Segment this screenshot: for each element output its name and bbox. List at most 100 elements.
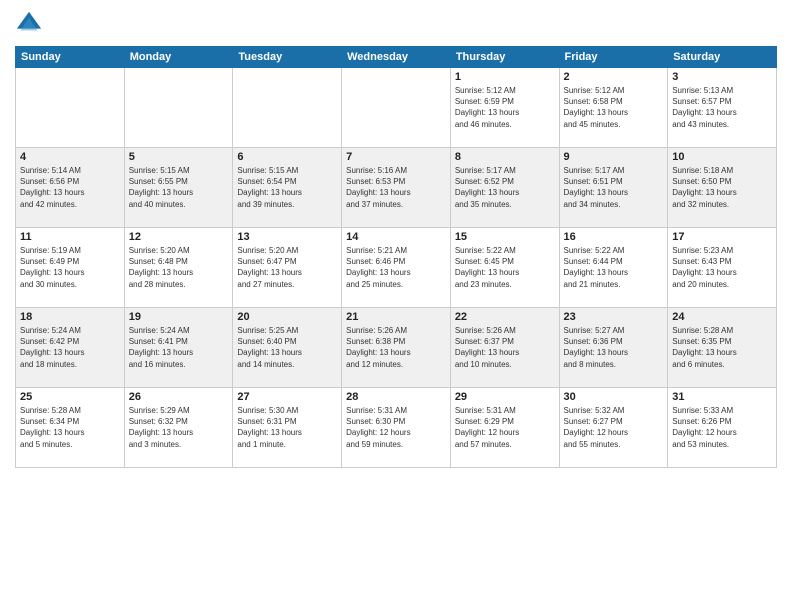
day-number: 12 (129, 231, 229, 243)
day-number: 26 (129, 391, 229, 403)
day-info: Sunrise: 5:19 AM Sunset: 6:49 PM Dayligh… (20, 245, 120, 290)
calendar-cell: 31 Sunrise: 5:33 AM Sunset: 6:26 PM Dayli… (668, 388, 777, 468)
header-row: SundayMondayTuesdayWednesdayThursdayFrid… (16, 47, 777, 68)
day-number: 4 (20, 151, 120, 163)
day-number: 9 (564, 151, 664, 163)
day-number: 11 (20, 231, 120, 243)
day-number: 18 (20, 311, 120, 323)
calendar-cell: 11 Sunrise: 5:19 AM Sunset: 6:49 PM Dayli… (16, 228, 125, 308)
day-number: 30 (564, 391, 664, 403)
header (15, 10, 777, 38)
calendar-cell: 29 Sunrise: 5:31 AM Sunset: 6:29 PM Dayli… (450, 388, 559, 468)
calendar-cell: 25 Sunrise: 5:28 AM Sunset: 6:34 PM Dayli… (16, 388, 125, 468)
day-info: Sunrise: 5:22 AM Sunset: 6:45 PM Dayligh… (455, 245, 555, 290)
weekday-header: Sunday (16, 47, 125, 68)
day-info: Sunrise: 5:25 AM Sunset: 6:40 PM Dayligh… (237, 325, 337, 370)
calendar-cell: 30 Sunrise: 5:32 AM Sunset: 6:27 PM Dayli… (559, 388, 668, 468)
calendar-cell (342, 68, 451, 148)
day-info: Sunrise: 5:26 AM Sunset: 6:37 PM Dayligh… (455, 325, 555, 370)
calendar-cell: 12 Sunrise: 5:20 AM Sunset: 6:48 PM Dayli… (124, 228, 233, 308)
day-info: Sunrise: 5:33 AM Sunset: 6:26 PM Dayligh… (672, 405, 772, 450)
calendar-cell: 4 Sunrise: 5:14 AM Sunset: 6:56 PM Daylig… (16, 148, 125, 228)
day-info: Sunrise: 5:20 AM Sunset: 6:47 PM Dayligh… (237, 245, 337, 290)
day-info: Sunrise: 5:12 AM Sunset: 6:58 PM Dayligh… (564, 85, 664, 130)
calendar-week: 11 Sunrise: 5:19 AM Sunset: 6:49 PM Dayli… (16, 228, 777, 308)
calendar-cell: 1 Sunrise: 5:12 AM Sunset: 6:59 PM Daylig… (450, 68, 559, 148)
calendar-cell: 19Sunrise: 5:24 AM Sunset: 6:41 PM Dayli… (124, 308, 233, 388)
day-number: 14 (346, 231, 446, 243)
calendar-cell: 24Sunrise: 5:28 AM Sunset: 6:35 PM Dayli… (668, 308, 777, 388)
day-number: 2 (564, 71, 664, 83)
calendar-cell: 20 Sunrise: 5:25 AM Sunset: 6:40 PM Dayli… (233, 308, 342, 388)
day-info: Sunrise: 5:18 AM Sunset: 6:50 PM Dayligh… (672, 165, 772, 210)
calendar-cell: 16Sunrise: 5:22 AM Sunset: 6:44 PM Dayli… (559, 228, 668, 308)
calendar-cell: 23 Sunrise: 5:27 AM Sunset: 6:36 PM Dayli… (559, 308, 668, 388)
day-info: Sunrise: 5:28 AM Sunset: 6:34 PM Dayligh… (20, 405, 120, 450)
calendar-cell: 9Sunrise: 5:17 AM Sunset: 6:51 PM Daylig… (559, 148, 668, 228)
day-number: 1 (455, 71, 555, 83)
day-number: 5 (129, 151, 229, 163)
calendar-cell: 17Sunrise: 5:23 AM Sunset: 6:43 PM Dayli… (668, 228, 777, 308)
calendar-cell: 27 Sunrise: 5:30 AM Sunset: 6:31 PM Dayli… (233, 388, 342, 468)
day-info: Sunrise: 5:24 AM Sunset: 6:42 PM Dayligh… (20, 325, 120, 370)
day-number: 25 (20, 391, 120, 403)
calendar-cell: 14Sunrise: 5:21 AM Sunset: 6:46 PM Dayli… (342, 228, 451, 308)
calendar-cell: 3 Sunrise: 5:13 AM Sunset: 6:57 PM Daylig… (668, 68, 777, 148)
weekday-header: Friday (559, 47, 668, 68)
calendar-cell: 21 Sunrise: 5:26 AM Sunset: 6:38 PM Dayli… (342, 308, 451, 388)
calendar-cell: 8 Sunrise: 5:17 AM Sunset: 6:52 PM Daylig… (450, 148, 559, 228)
calendar-cell: 7Sunrise: 5:16 AM Sunset: 6:53 PM Daylig… (342, 148, 451, 228)
calendar-cell: 5 Sunrise: 5:15 AM Sunset: 6:55 PM Daylig… (124, 148, 233, 228)
calendar-week: 25 Sunrise: 5:28 AM Sunset: 6:34 PM Dayli… (16, 388, 777, 468)
weekday-header: Saturday (668, 47, 777, 68)
day-info: Sunrise: 5:20 AM Sunset: 6:48 PM Dayligh… (129, 245, 229, 290)
calendar-cell: 18 Sunrise: 5:24 AM Sunset: 6:42 PM Dayli… (16, 308, 125, 388)
logo-icon (15, 10, 43, 38)
day-info: Sunrise: 5:14 AM Sunset: 6:56 PM Dayligh… (20, 165, 120, 210)
day-number: 13 (237, 231, 337, 243)
calendar-cell: 15 Sunrise: 5:22 AM Sunset: 6:45 PM Dayli… (450, 228, 559, 308)
weekday-header: Thursday (450, 47, 559, 68)
day-number: 8 (455, 151, 555, 163)
day-info: Sunrise: 5:13 AM Sunset: 6:57 PM Dayligh… (672, 85, 772, 130)
page: SundayMondayTuesdayWednesdayThursdayFrid… (0, 0, 792, 612)
day-info: Sunrise: 5:17 AM Sunset: 6:52 PM Dayligh… (455, 165, 555, 210)
calendar-cell (124, 68, 233, 148)
day-number: 31 (672, 391, 772, 403)
weekday-header: Tuesday (233, 47, 342, 68)
day-number: 28 (346, 391, 446, 403)
day-number: 15 (455, 231, 555, 243)
calendar-week: 1 Sunrise: 5:12 AM Sunset: 6:59 PM Daylig… (16, 68, 777, 148)
day-info: Sunrise: 5:31 AM Sunset: 6:30 PM Dayligh… (346, 405, 446, 450)
day-number: 17 (672, 231, 772, 243)
calendar-cell: 28 Sunrise: 5:31 AM Sunset: 6:30 PM Dayli… (342, 388, 451, 468)
calendar-week: 4 Sunrise: 5:14 AM Sunset: 6:56 PM Daylig… (16, 148, 777, 228)
calendar-cell: 13 Sunrise: 5:20 AM Sunset: 6:47 PM Dayli… (233, 228, 342, 308)
day-number: 23 (564, 311, 664, 323)
logo (15, 10, 47, 38)
calendar-cell: 22Sunrise: 5:26 AM Sunset: 6:37 PM Dayli… (450, 308, 559, 388)
day-number: 6 (237, 151, 337, 163)
day-info: Sunrise: 5:28 AM Sunset: 6:35 PM Dayligh… (672, 325, 772, 370)
calendar-cell: 6Sunrise: 5:15 AM Sunset: 6:54 PM Daylig… (233, 148, 342, 228)
day-info: Sunrise: 5:12 AM Sunset: 6:59 PM Dayligh… (455, 85, 555, 130)
weekday-header: Monday (124, 47, 233, 68)
day-info: Sunrise: 5:31 AM Sunset: 6:29 PM Dayligh… (455, 405, 555, 450)
day-number: 29 (455, 391, 555, 403)
day-number: 16 (564, 231, 664, 243)
calendar-cell: 10Sunrise: 5:18 AM Sunset: 6:50 PM Dayli… (668, 148, 777, 228)
day-info: Sunrise: 5:29 AM Sunset: 6:32 PM Dayligh… (129, 405, 229, 450)
day-number: 20 (237, 311, 337, 323)
day-info: Sunrise: 5:15 AM Sunset: 6:55 PM Dayligh… (129, 165, 229, 210)
day-info: Sunrise: 5:30 AM Sunset: 6:31 PM Dayligh… (237, 405, 337, 450)
day-info: Sunrise: 5:16 AM Sunset: 6:53 PM Dayligh… (346, 165, 446, 210)
day-info: Sunrise: 5:27 AM Sunset: 6:36 PM Dayligh… (564, 325, 664, 370)
day-info: Sunrise: 5:26 AM Sunset: 6:38 PM Dayligh… (346, 325, 446, 370)
calendar-cell (233, 68, 342, 148)
day-number: 21 (346, 311, 446, 323)
day-number: 3 (672, 71, 772, 83)
day-info: Sunrise: 5:32 AM Sunset: 6:27 PM Dayligh… (564, 405, 664, 450)
day-number: 27 (237, 391, 337, 403)
weekday-header: Wednesday (342, 47, 451, 68)
calendar-week: 18 Sunrise: 5:24 AM Sunset: 6:42 PM Dayli… (16, 308, 777, 388)
